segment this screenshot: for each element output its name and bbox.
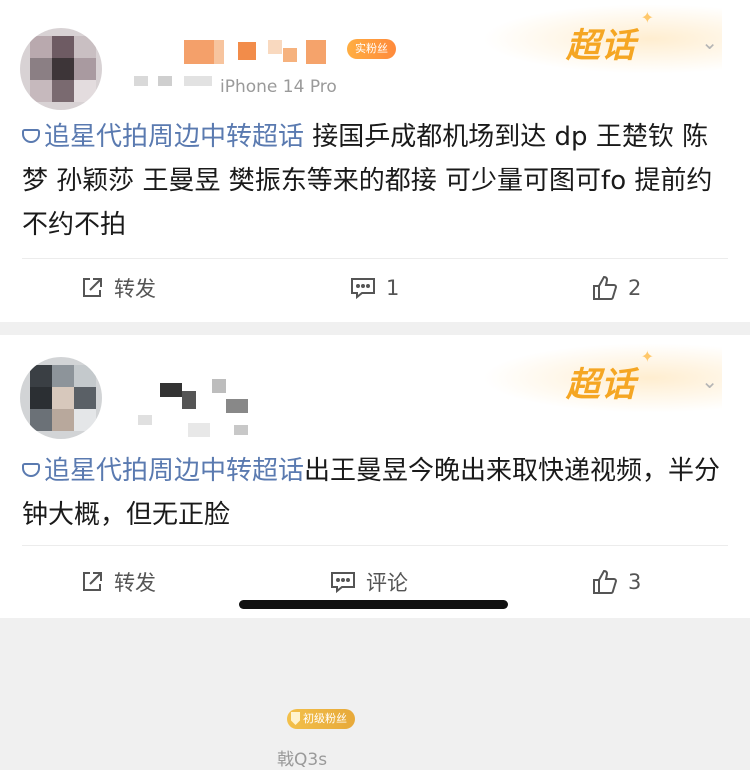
post-source: 戟Q3s: [277, 750, 328, 770]
avatar[interactable]: [20, 28, 102, 110]
repost-label: 转发: [114, 571, 156, 595]
comment-button[interactable]: 评论: [330, 559, 408, 605]
divider: [22, 258, 728, 259]
comment-icon: [351, 278, 375, 300]
topic-name[interactable]: 追星代拍周边中转超话: [44, 122, 304, 152]
thumbs-up-icon: [593, 275, 618, 300]
thumbs-up-icon: [593, 569, 618, 594]
like-count: 3: [628, 570, 642, 594]
share-square-icon: [83, 278, 102, 297]
post-card[interactable]: 初级粉丝 戟Q3s 超话 ✦ ⌄ 追星代拍周边中转超话出王曼昱今晚出来取快递视频…: [0, 335, 750, 770]
repost-button[interactable]: 转发: [80, 265, 156, 311]
sparkle-icon: ✦: [640, 347, 654, 366]
supertopic-banner[interactable]: 超话 ✦ ⌄: [482, 4, 722, 74]
home-indicator[interactable]: [239, 600, 508, 609]
post-content: 追星代拍周边中转超话 接国乒成都机场到达 dp 王楚钦 陈梦 孙颖莎 王曼昱 樊…: [22, 115, 730, 247]
chevron-down-icon[interactable]: ⌄: [701, 369, 718, 393]
action-bar: 转发 评论 3: [0, 559, 750, 605]
comment-button[interactable]: 1: [350, 265, 399, 311]
repost-button[interactable]: 转发: [80, 559, 156, 605]
repost-label: 转发: [114, 277, 156, 301]
post-source: iPhone 14 Pro: [220, 77, 337, 97]
topic-link[interactable]: 追星代拍周边中转超话: [22, 456, 304, 486]
like-button[interactable]: 2: [592, 265, 641, 311]
divider: [22, 545, 728, 546]
comment-icon: [331, 572, 355, 594]
avatar[interactable]: [20, 357, 102, 439]
diamond-topic-icon: [22, 129, 40, 143]
comment-count: 1: [386, 276, 400, 300]
sparkle-icon: ✦: [640, 8, 654, 27]
supertopic-label: 超话: [566, 365, 636, 405]
username-blurred[interactable]: [118, 40, 346, 86]
supertopic-banner[interactable]: 超话 ✦ ⌄: [482, 343, 722, 413]
topic-link[interactable]: 追星代拍周边中转超话: [22, 122, 304, 152]
post-content: 追星代拍周边中转超话出王曼昱今晚出来取快递视频，半分钟大概，但无正脸: [22, 449, 730, 537]
like-button[interactable]: 3: [592, 559, 641, 605]
fan-level-badge: 初级粉丝: [287, 709, 355, 729]
post-card[interactable]: 实粉丝 iPhone 14 Pro 超话 ✦ ⌄ 追星代拍周边中转超话 接国乒成…: [0, 0, 750, 322]
diamond-topic-icon: [22, 463, 40, 477]
topic-name[interactable]: 追星代拍周边中转超话: [44, 456, 304, 486]
comment-label: 评论: [366, 571, 408, 595]
fan-level-badge: 实粉丝: [347, 39, 396, 59]
action-bar: 转发 1 2: [0, 265, 750, 311]
username-blurred[interactable]: [118, 371, 278, 441]
like-count: 2: [628, 276, 642, 300]
share-square-icon: [83, 572, 102, 591]
supertopic-label: 超话: [566, 26, 636, 66]
chevron-down-icon[interactable]: ⌄: [701, 30, 718, 54]
